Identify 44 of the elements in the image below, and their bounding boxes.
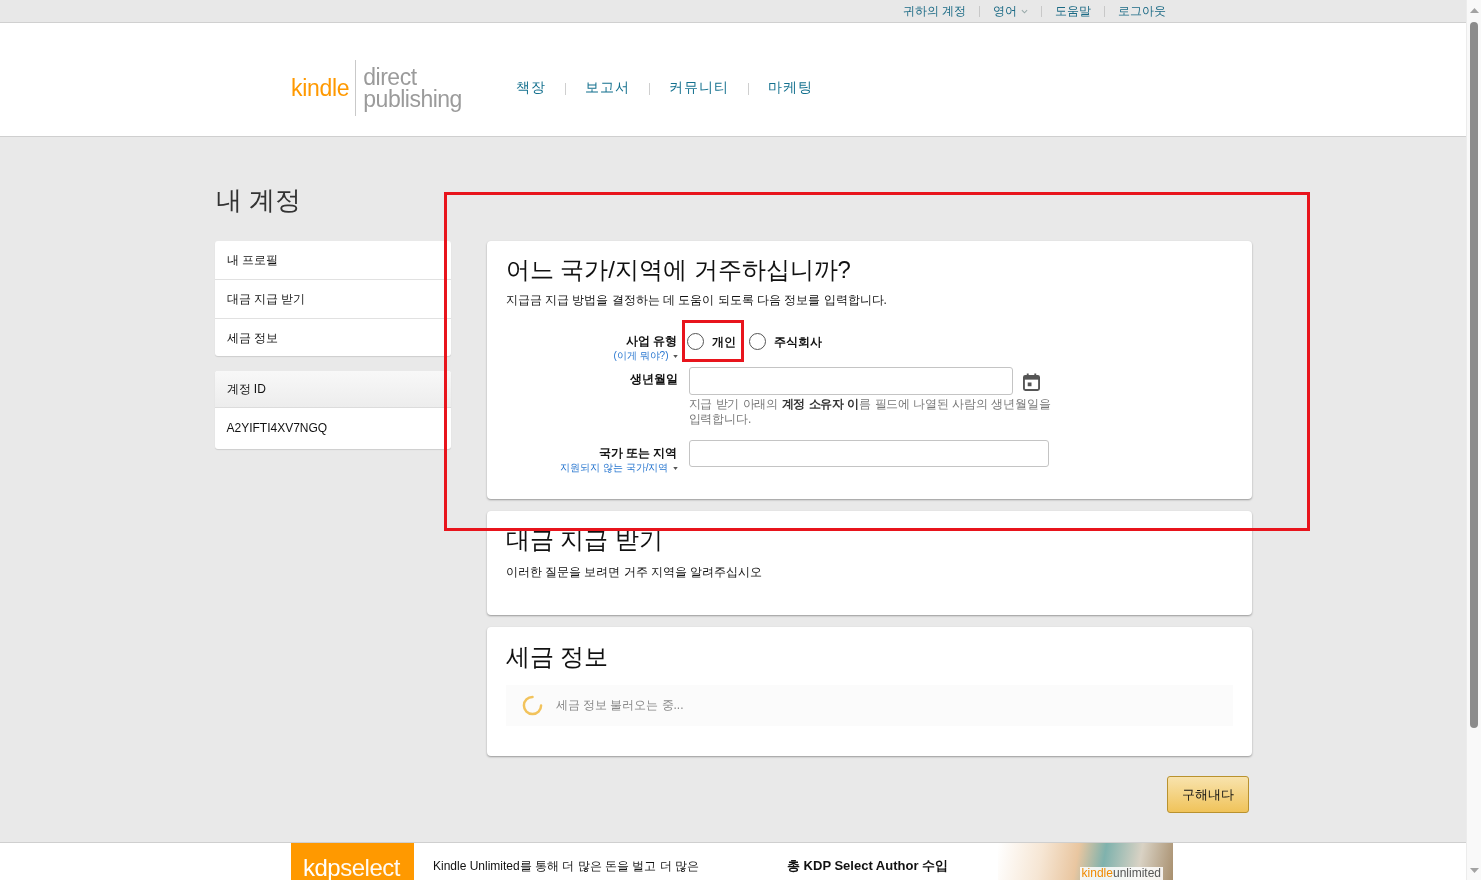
radio-button[interactable] [748, 333, 766, 350]
scrollbar[interactable] [1466, 0, 1481, 880]
field-label: 국가 또는 지역 [598, 445, 678, 461]
nav-link[interactable]: 보고서 [584, 78, 630, 97]
field-label: 생년월일 [629, 371, 678, 387]
card-title: 세금 정보 [505, 642, 610, 672]
radio-label[interactable]: 개인 [711, 333, 736, 350]
page-title: 내 계정 [215, 184, 302, 216]
account-id-value: A2YIFTI4XV7NGQ [225, 420, 329, 437]
card-subtitle: 이러한 질문을 보려면 거주 지역을 알려주십시오 [505, 564, 764, 580]
radio-label[interactable]: 주식회사 [773, 333, 822, 350]
help-link[interactable]: (이게 뭐야?) [613, 349, 669, 363]
banner-headline: 총 KDP Select Author 수입 [787, 858, 949, 874]
help-link[interactable]: 지원되지 않는 국가/지역 [560, 461, 669, 475]
account-id-label: 계정 ID [214, 371, 451, 408]
loading-text: 세금 정보 불러오는 중... [555, 697, 684, 714]
scrollbar-thumb[interactable] [1470, 22, 1478, 728]
card-title: 대금 지급 받기 [505, 525, 664, 555]
caret-icon [672, 466, 678, 470]
radio-button[interactable] [686, 333, 704, 350]
top-link[interactable]: 로그아웃 [1118, 3, 1166, 19]
submit-button[interactable]: 구해내다 [1166, 776, 1249, 813]
sidebar-item[interactable]: 세금 정보 [214, 319, 451, 356]
card-subtitle: 지급금 지급 방법을 결정하는 데 도움이 되도록 다음 정보를 입력합니다. [505, 292, 888, 308]
calendar-icon[interactable] [1022, 373, 1040, 391]
nav-link[interactable]: 마케팅 [767, 78, 813, 97]
date-input[interactable] [688, 367, 1013, 395]
top-link[interactable]: 영어 [993, 3, 1028, 19]
sidebar-item[interactable]: 내 프로필 [214, 241, 451, 280]
top-link[interactable]: 귀하의 계정 [902, 3, 966, 19]
field-label: 사업 유형 [626, 333, 678, 349]
card-title: 어느 국가/지역에 거주하십니까? [505, 255, 852, 285]
nav-link[interactable]: 책장 [515, 78, 546, 97]
nav-link[interactable]: 커뮤니티 [668, 78, 729, 97]
caret-icon [672, 354, 678, 358]
scroll-up-icon[interactable] [1469, 8, 1479, 13]
country-input[interactable] [688, 440, 1049, 467]
sidebar-item[interactable]: 대금 지급 받기 [214, 280, 451, 319]
banner-text: Kindle Unlimited를 통해 더 많은 돈을 벌고 더 많은 [431, 859, 700, 874]
scroll-down-icon[interactable] [1469, 868, 1479, 873]
top-link[interactable]: 도움말 [1055, 3, 1091, 19]
kindle-unlimited-logo: kindleunlimited [1079, 867, 1163, 880]
field-hint: 지급 받기 아래의 계정 소유자 이름 필드에 나열된 사람의 생년월일을 입력합니다. [688, 397, 1052, 427]
loading-spinner-icon [521, 695, 543, 716]
